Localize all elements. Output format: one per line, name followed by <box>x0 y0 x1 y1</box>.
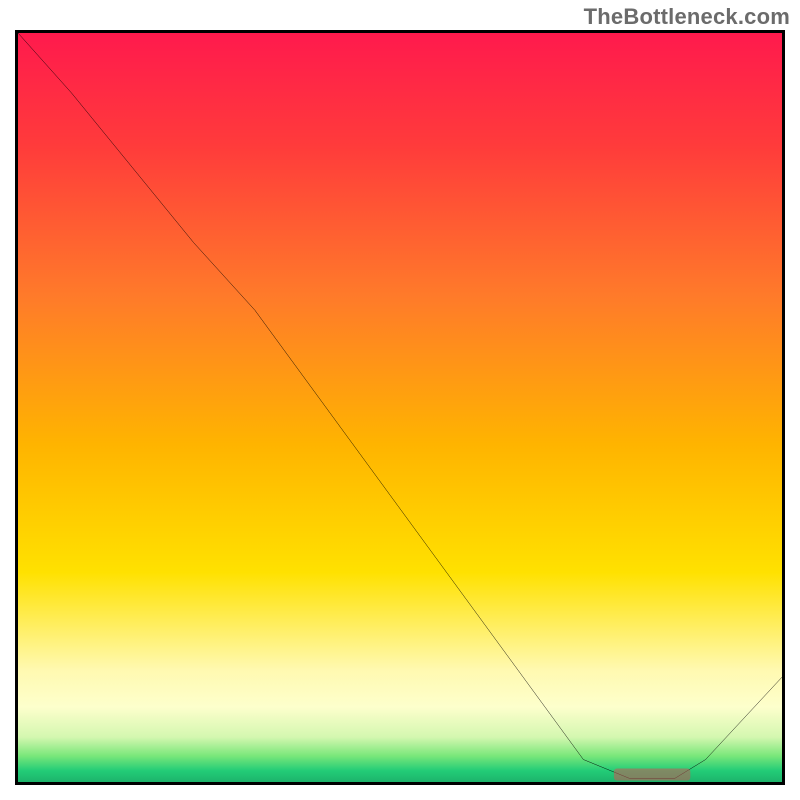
gradient-background <box>18 33 782 782</box>
best-zone-marker <box>614 769 690 781</box>
chart-stage: TheBottleneck.com <box>0 0 800 800</box>
bottleneck-chart <box>18 33 782 782</box>
site-watermark: TheBottleneck.com <box>584 4 790 30</box>
plot-area <box>15 30 785 785</box>
